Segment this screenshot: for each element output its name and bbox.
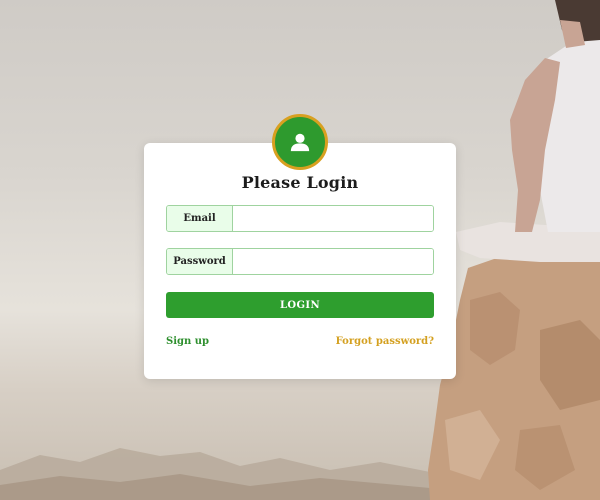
login-card: Please Login Email Password LOGIN Sign u… xyxy=(144,143,456,379)
email-input[interactable] xyxy=(233,206,433,231)
password-label: Password xyxy=(167,249,233,274)
user-avatar xyxy=(272,114,328,170)
page-title: Please Login xyxy=(241,173,359,192)
password-input[interactable] xyxy=(233,249,433,274)
forgot-password-link[interactable]: Forgot password? xyxy=(336,336,434,347)
signup-link[interactable]: Sign up xyxy=(166,336,209,347)
email-field-group: Email xyxy=(166,205,434,232)
user-icon xyxy=(290,133,310,152)
email-label: Email xyxy=(167,206,233,231)
password-field-group: Password xyxy=(166,248,434,275)
login-button[interactable]: LOGIN xyxy=(166,292,434,318)
